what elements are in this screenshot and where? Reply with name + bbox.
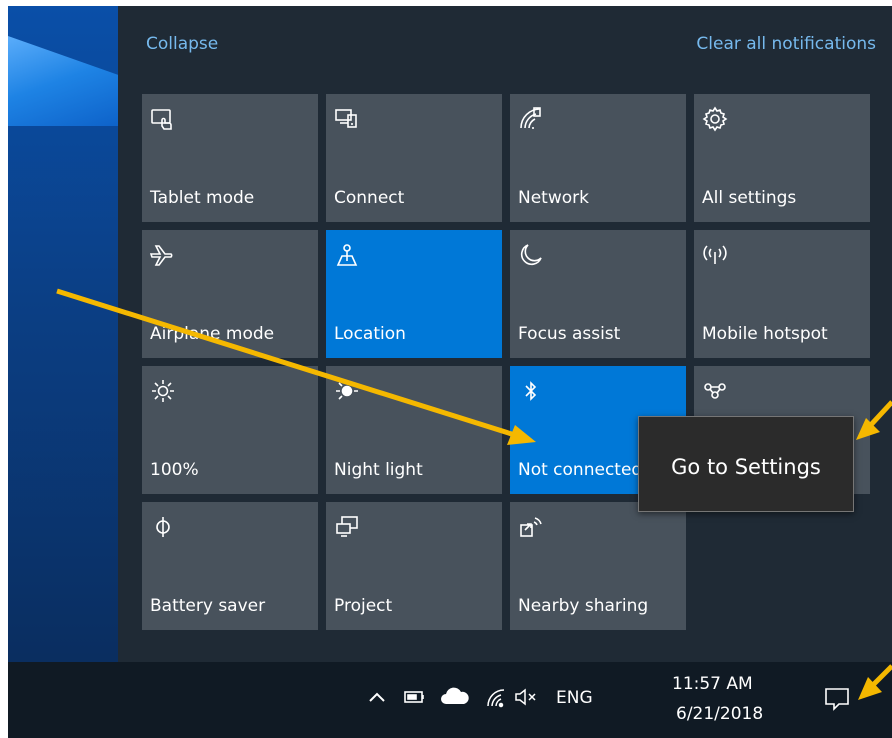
tile-label: Location: [334, 324, 406, 344]
tile-label: Battery saver: [150, 596, 266, 616]
network-icon: [518, 106, 544, 132]
tile-label: Connect: [334, 188, 405, 208]
tile-label: All settings: [702, 188, 797, 208]
clear-all-notifications-link[interactable]: Clear all notifications: [696, 34, 876, 54]
desktop-screen: Collapse Clear all notifications Tablet …: [8, 6, 892, 738]
tile-label: Tablet mode: [150, 188, 255, 208]
tile-nearby-sharing[interactable]: Nearby sharing: [510, 502, 686, 630]
tile-battery-saver[interactable]: Battery saver: [142, 502, 318, 630]
tile-night-light[interactable]: Night light: [326, 366, 502, 494]
taskbar: ENG 11:57 AM 6/21/2018: [8, 662, 892, 738]
tile-label: Night light: [334, 460, 423, 480]
go-to-settings-tooltip[interactable]: Go to Settings: [638, 416, 854, 512]
tooltip-label: Go to Settings: [671, 455, 821, 479]
bluetooth-icon: [518, 378, 544, 404]
tablet-mode-icon: [150, 106, 176, 132]
clock-time[interactable]: 11:57 AM: [672, 674, 753, 694]
tile-project[interactable]: Project: [326, 502, 502, 630]
tile-label: Nearby sharing: [518, 596, 649, 616]
hotspot-icon: [702, 242, 728, 268]
project-icon: [334, 514, 360, 540]
battery-icon[interactable]: [404, 690, 426, 704]
moon-icon: [518, 242, 544, 268]
tile-label: Airplane mode: [150, 324, 275, 344]
tile-label: Network: [518, 188, 589, 208]
gear-icon: [702, 106, 728, 132]
onedrive-icon[interactable]: [440, 686, 470, 706]
language-indicator[interactable]: ENG: [556, 688, 593, 708]
night-light-icon: [334, 378, 360, 404]
tile-location[interactable]: Location: [326, 230, 502, 358]
tile-all-settings[interactable]: All settings: [694, 94, 870, 222]
battery-saver-icon: [150, 514, 176, 540]
nearby-sharing-icon: [518, 514, 544, 540]
collapse-link[interactable]: Collapse: [146, 34, 218, 54]
brightness-icon: [150, 378, 176, 404]
vpn-icon: [702, 378, 728, 404]
tile-network[interactable]: Network: [510, 94, 686, 222]
tile-airplane-mode[interactable]: Airplane mode: [142, 230, 318, 358]
tile-label: 100%: [150, 460, 199, 480]
tile-brightness[interactable]: 100%: [142, 366, 318, 494]
clock-date[interactable]: 6/21/2018: [676, 704, 763, 724]
connect-icon: [334, 106, 360, 132]
action-center-panel: Collapse Clear all notifications Tablet …: [118, 6, 892, 662]
tile-label: Project: [334, 596, 393, 616]
tile-mobile-hotspot[interactable]: Mobile hotspot: [694, 230, 870, 358]
wifi-icon[interactable]: [486, 688, 506, 708]
tile-label: Not connected: [518, 460, 643, 480]
tile-tablet-mode[interactable]: Tablet mode: [142, 94, 318, 222]
tile-focus-assist[interactable]: Focus assist: [510, 230, 686, 358]
tile-label: Mobile hotspot: [702, 324, 828, 344]
tile-label: Focus assist: [518, 324, 621, 344]
airplane-icon: [150, 242, 176, 268]
action-center-icon[interactable]: [824, 686, 850, 712]
chevron-up-icon[interactable]: [368, 690, 386, 704]
tile-connect[interactable]: Connect: [326, 94, 502, 222]
location-icon: [334, 242, 360, 268]
volume-mute-icon[interactable]: [514, 688, 540, 706]
